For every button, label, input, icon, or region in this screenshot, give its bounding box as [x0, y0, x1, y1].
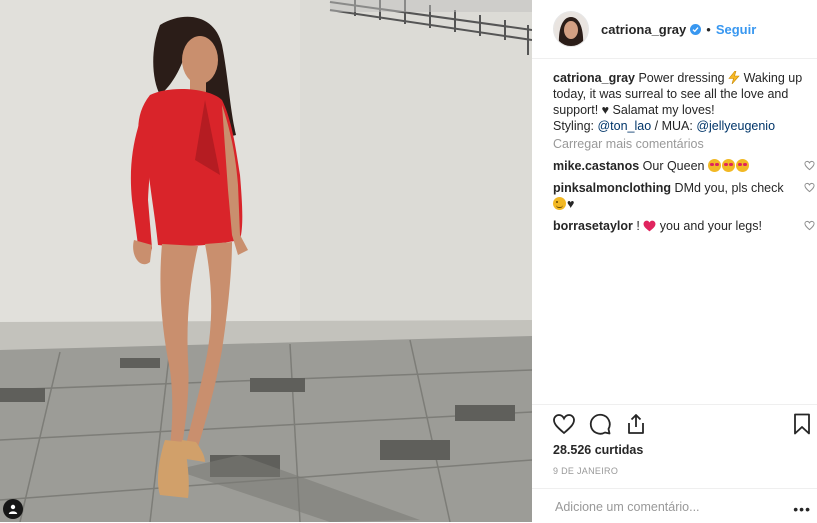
- wink-emoji: [553, 197, 566, 210]
- comment-item: mike.castanos Our Queen: [553, 158, 815, 174]
- mention-ton-lao[interactable]: @ton_lao: [597, 119, 651, 133]
- lightning-emoji: [728, 70, 740, 85]
- comment-username[interactable]: mike.castanos: [553, 159, 639, 173]
- avatar-image: [554, 12, 588, 46]
- post-caption: catriona_gray Power dressing Waking up t…: [553, 70, 815, 134]
- likes-count[interactable]: 28.526 curtidas: [553, 443, 643, 457]
- add-comment-section: •••: [532, 488, 817, 523]
- comment-suffix: ♥: [567, 197, 575, 211]
- user-tag-icon: [8, 504, 18, 514]
- comment-icon[interactable]: [588, 412, 612, 436]
- post-header: catriona_gray • Seguir: [532, 0, 817, 59]
- post-date[interactable]: 9 DE JANEIRO: [553, 466, 618, 476]
- caption-username[interactable]: catriona_gray: [553, 71, 635, 85]
- red-heart-emoji: [643, 220, 656, 232]
- heart-eyes-emoji: [735, 159, 749, 172]
- caption-text-1: Power dressing: [634, 71, 729, 85]
- comment-item: borrasetaylor ! you and your legs!: [553, 218, 815, 234]
- post-photo[interactable]: [0, 0, 532, 522]
- styling-label: Styling:: [553, 119, 598, 133]
- comment-input[interactable]: [553, 499, 777, 515]
- photo-image: [0, 0, 532, 522]
- load-more-comments-button[interactable]: Carregar mais comentários: [553, 136, 815, 152]
- heart-icon[interactable]: [552, 412, 576, 436]
- post-sidebar: catriona_gray • Seguir catriona_gray Pow…: [532, 0, 817, 522]
- like-comment-heart-icon[interactable]: [804, 220, 815, 231]
- comment-text: Our Queen: [639, 159, 708, 173]
- comment-text: DMd you, pls check: [671, 181, 784, 195]
- actions-divider: [532, 404, 817, 405]
- share-icon[interactable]: [624, 412, 648, 436]
- mua-label: / MUA:: [651, 119, 697, 133]
- like-comment-heart-icon[interactable]: [804, 182, 815, 193]
- post-actions: [552, 412, 814, 438]
- bookmark-icon[interactable]: [790, 412, 814, 436]
- comments-list: catriona_gray Power dressing Waking up t…: [553, 70, 815, 234]
- like-comment-heart-icon[interactable]: [804, 160, 815, 171]
- heart-eyes-emoji: [707, 159, 721, 172]
- avatar[interactable]: [553, 11, 589, 47]
- mention-jellyeugenio[interactable]: @jellyeugenio: [696, 119, 775, 133]
- more-options-button[interactable]: •••: [793, 501, 811, 517]
- comment-username[interactable]: borrasetaylor: [553, 219, 633, 233]
- header-username[interactable]: catriona_gray: [601, 22, 686, 37]
- tagged-users-button[interactable]: [3, 499, 23, 519]
- comment-text-b: you and your legs!: [656, 219, 762, 233]
- comment-username[interactable]: pinksalmonclothing: [553, 181, 671, 195]
- comment-text: !: [632, 219, 644, 233]
- follow-button[interactable]: Seguir: [716, 22, 756, 37]
- heart-eyes-emoji: [721, 159, 735, 172]
- separator-dot: •: [706, 21, 711, 37]
- comment-item: pinksalmonclothing DMd you, pls check ♥: [553, 180, 815, 212]
- verified-icon: [690, 23, 702, 35]
